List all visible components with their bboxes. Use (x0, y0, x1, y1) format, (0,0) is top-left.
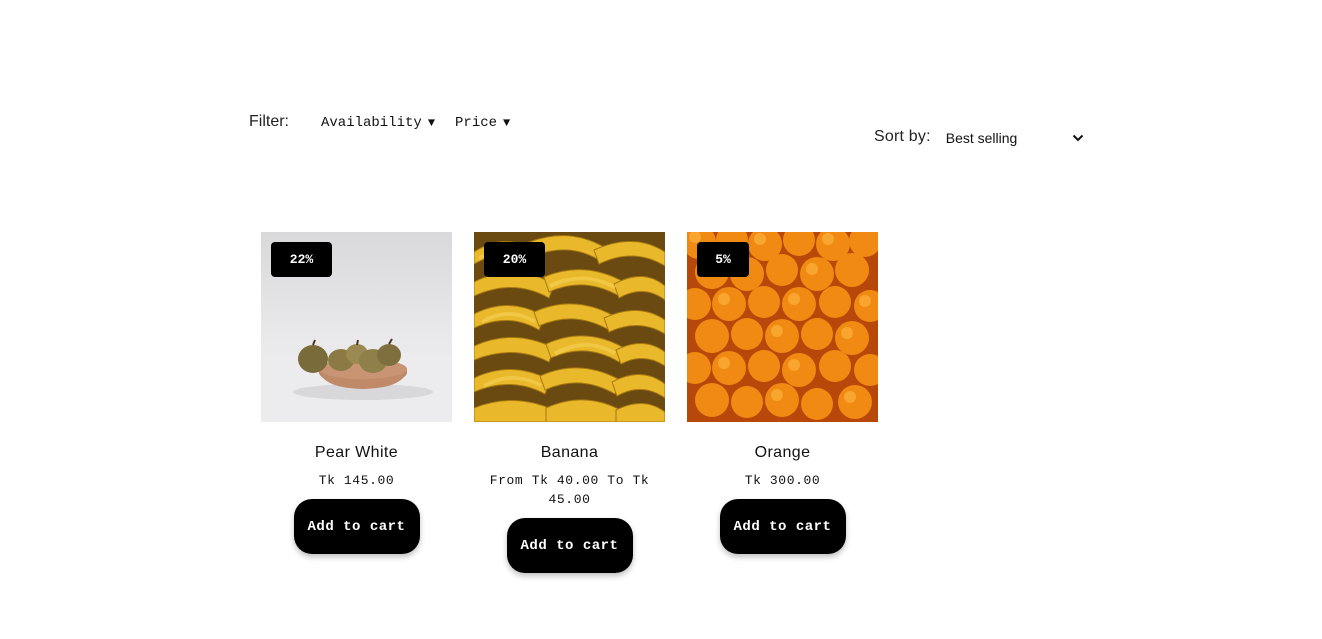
price-filter-label: Price (455, 115, 498, 131)
discount-badge: 20% (484, 242, 545, 277)
price-filter[interactable]: Price ▼ (455, 112, 510, 131)
product-card[interactable]: 5% Orange Tk 300.00 Add to cart (687, 232, 878, 573)
chevron-down-icon (1072, 130, 1084, 145)
availability-filter-label: Availability (321, 115, 422, 131)
product-card[interactable]: 20% Banana From Tk 40.00 To Tk 45.00 Add… (474, 232, 665, 573)
banana-image[interactable]: 20% (474, 232, 665, 422)
caret-down-icon: ▼ (427, 116, 436, 130)
product-title[interactable]: Orange (755, 444, 811, 462)
add-to-cart-button[interactable]: Add to cart (719, 499, 846, 554)
filter-label: Filter: (249, 112, 289, 130)
filter-bar: Filter: Availability ▼ Price ▼ (249, 112, 530, 132)
product-price: From Tk 40.00 To Tk 45.00 (489, 473, 650, 507)
product-price: Tk 300.00 (744, 473, 821, 488)
add-to-cart-button[interactable]: Add to cart (506, 518, 633, 573)
pear-image[interactable]: 22% (261, 232, 452, 422)
availability-filter[interactable]: Availability ▼ (321, 112, 435, 131)
product-title[interactable]: Pear White (315, 444, 398, 462)
product-grid: 22% Pear White Tk 145.00 Add to cart 20%… (261, 232, 878, 573)
sort-select[interactable]: Best selling (946, 129, 1084, 146)
product-price: Tk 145.00 (318, 473, 395, 488)
caret-down-icon: ▼ (503, 116, 511, 130)
product-card[interactable]: 22% Pear White Tk 145.00 Add to cart (261, 232, 452, 573)
discount-badge: 22% (271, 242, 332, 277)
sort-label: Sort by: (874, 128, 931, 145)
sort-bar: Sort by: Best selling (874, 128, 1084, 146)
discount-badge: 5% (697, 242, 749, 277)
orange-image[interactable]: 5% (687, 232, 878, 422)
product-title[interactable]: Banana (541, 444, 599, 462)
sort-selected-value: Best selling (945, 129, 1018, 146)
add-to-cart-button[interactable]: Add to cart (293, 499, 420, 554)
